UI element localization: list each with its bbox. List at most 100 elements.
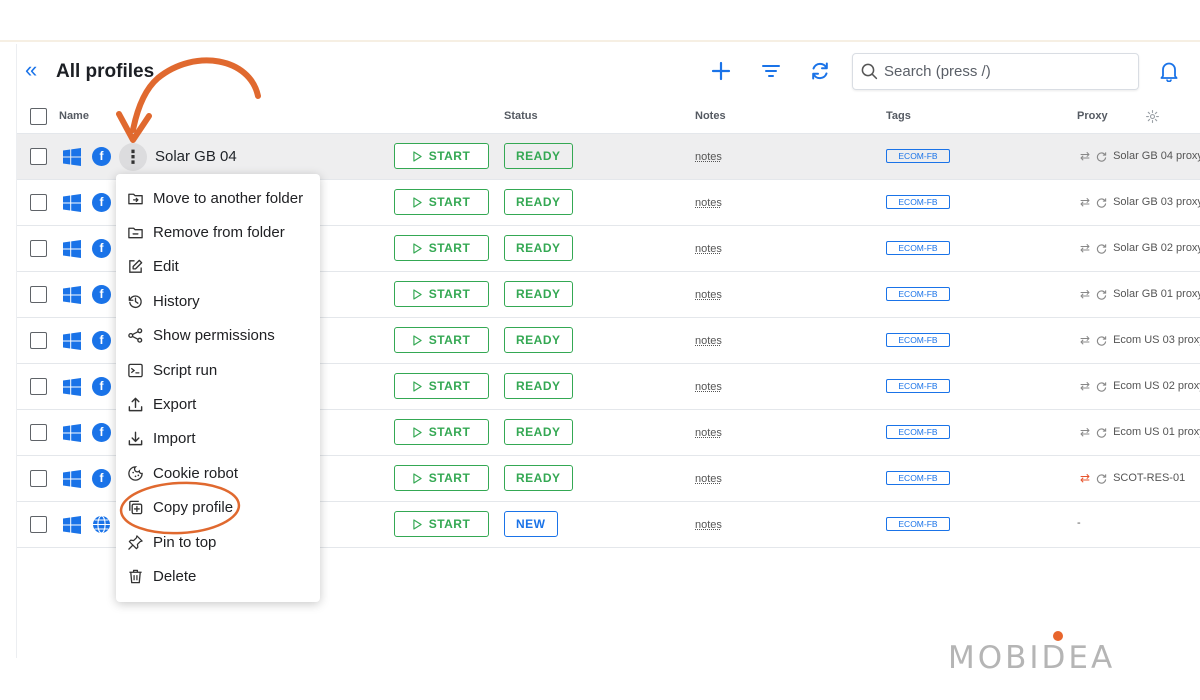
- row-menu-button[interactable]: ⋮: [119, 143, 147, 171]
- search-box[interactable]: [852, 53, 1139, 90]
- start-button[interactable]: START: [394, 281, 489, 307]
- refresh-button[interactable]: [807, 58, 833, 84]
- status-badge: READY: [504, 189, 573, 215]
- menu-item-edit[interactable]: Edit: [116, 250, 320, 284]
- menu-item-delete[interactable]: Delete: [116, 559, 320, 593]
- tag-badge: ECOM-FB: [886, 517, 950, 531]
- proxy-cell[interactable]: ⇄ Solar GB 01 proxy: [1080, 287, 1200, 301]
- proxy-cell[interactable]: ⇄ Solar GB 03 proxy: [1080, 195, 1200, 209]
- status-badge: READY: [504, 419, 573, 445]
- proxy-cell[interactable]: ⇄ SCOT-RES-01: [1080, 471, 1200, 485]
- menu-item-move-to-folder[interactable]: Move to another folder: [116, 181, 320, 215]
- notes-link[interactable]: notes: [695, 473, 722, 485]
- start-button[interactable]: START: [394, 465, 489, 491]
- notes-link[interactable]: notes: [695, 289, 722, 301]
- row-checkbox[interactable]: [30, 424, 47, 441]
- menu-item-label: Move to another folder: [153, 190, 303, 207]
- notes-link[interactable]: notes: [695, 243, 722, 255]
- refresh-proxy-icon[interactable]: [1096, 289, 1107, 300]
- notes-link[interactable]: notes: [695, 519, 722, 531]
- cookie-icon: [127, 465, 144, 482]
- start-button[interactable]: START: [394, 419, 489, 445]
- refresh-proxy-icon[interactable]: [1096, 197, 1107, 208]
- swap-icon: ⇄: [1080, 333, 1090, 347]
- status-badge: READY: [504, 465, 573, 491]
- row-checkbox[interactable]: [30, 148, 47, 165]
- collapse-sidebar-icon[interactable]: «: [25, 60, 47, 82]
- proxy-cell[interactable]: ⇄ Ecom US 03 proxy: [1080, 333, 1200, 347]
- proxy-cell[interactable]: ⇄ Solar GB 04 proxy: [1080, 149, 1200, 163]
- trash-icon: [127, 568, 144, 585]
- notes-link[interactable]: notes: [695, 427, 722, 439]
- menu-item-label: Pin to top: [153, 534, 216, 551]
- search-input[interactable]: [884, 63, 1124, 80]
- refresh-proxy-icon[interactable]: [1096, 427, 1107, 438]
- status-badge: READY: [504, 373, 573, 399]
- refresh-proxy-icon[interactable]: [1096, 243, 1107, 254]
- menu-item-pin-to-top[interactable]: Pin to top: [116, 525, 320, 559]
- start-button[interactable]: START: [394, 327, 489, 353]
- row-checkbox[interactable]: [30, 378, 47, 395]
- proxy-label: SCOT-RES-01: [1113, 472, 1185, 484]
- swap-icon: ⇄: [1080, 195, 1090, 209]
- status-badge: READY: [504, 281, 573, 307]
- refresh-proxy-icon[interactable]: [1096, 151, 1107, 162]
- row-checkbox[interactable]: [30, 516, 47, 533]
- row-checkbox[interactable]: [30, 470, 47, 487]
- refresh-proxy-icon[interactable]: [1096, 335, 1107, 346]
- row-checkbox[interactable]: [30, 194, 47, 211]
- menu-item-copy-profile[interactable]: Copy profile: [116, 491, 320, 525]
- menu-item-history[interactable]: History: [116, 284, 320, 318]
- notes-link[interactable]: notes: [695, 335, 722, 347]
- start-button[interactable]: START: [394, 373, 489, 399]
- proxy-cell[interactable]: ⇄ Solar GB 02 proxy: [1080, 241, 1200, 255]
- windows-icon: [63, 286, 81, 304]
- refresh-proxy-icon[interactable]: [1096, 381, 1107, 392]
- proxy-cell[interactable]: ⇄ Ecom US 01 proxy: [1080, 425, 1200, 439]
- row-checkbox[interactable]: [30, 240, 47, 257]
- tag-badge: ECOM-FB: [886, 425, 950, 439]
- menu-item-show-permissions[interactable]: Show permissions: [116, 319, 320, 353]
- pin-icon: [127, 534, 144, 551]
- facebook-icon: f: [92, 423, 111, 442]
- select-all-checkbox[interactable]: [30, 108, 47, 125]
- swap-icon: ⇄: [1080, 425, 1090, 439]
- start-button[interactable]: START: [394, 235, 489, 261]
- start-button[interactable]: START: [394, 143, 489, 169]
- windows-icon: [63, 424, 81, 442]
- start-button[interactable]: START: [394, 511, 489, 537]
- notifications-button[interactable]: [1156, 58, 1182, 84]
- notes-link[interactable]: notes: [695, 381, 722, 393]
- notes-link[interactable]: notes: [695, 151, 722, 163]
- swap-icon: ⇄: [1080, 379, 1090, 393]
- menu-item-cookie-robot[interactable]: Cookie robot: [116, 456, 320, 490]
- menu-item-remove-from-folder[interactable]: Remove from folder: [116, 215, 320, 249]
- row-checkbox[interactable]: [30, 286, 47, 303]
- menu-item-label: Script run: [153, 362, 217, 379]
- column-settings-icon[interactable]: [1145, 109, 1160, 124]
- windows-icon: [63, 332, 81, 350]
- filter-button[interactable]: [758, 58, 784, 84]
- start-button[interactable]: START: [394, 189, 489, 215]
- facebook-icon: f: [92, 469, 111, 488]
- row-checkbox[interactable]: [30, 332, 47, 349]
- refresh-proxy-icon[interactable]: [1096, 473, 1107, 484]
- status-badge: NEW: [504, 511, 558, 537]
- menu-item-export[interactable]: Export: [116, 387, 320, 421]
- proxy-cell[interactable]: ⇄ Ecom US 02 proxy: [1080, 379, 1200, 393]
- notes-link[interactable]: notes: [695, 197, 722, 209]
- search-icon: [861, 63, 878, 80]
- menu-item-import[interactable]: Import: [116, 422, 320, 456]
- column-status-header: Status: [504, 110, 538, 122]
- proxy-label: Ecom US 02 proxy: [1113, 380, 1200, 392]
- menu-item-label: Remove from folder: [153, 224, 285, 241]
- add-profile-button[interactable]: [708, 58, 734, 84]
- play-icon: [413, 197, 422, 208]
- tag-badge: ECOM-FB: [886, 287, 950, 301]
- facebook-icon: f: [92, 239, 111, 258]
- status-badge: READY: [504, 143, 573, 169]
- menu-item-script-run[interactable]: Script run: [116, 353, 320, 387]
- column-notes-header: Notes: [695, 110, 726, 122]
- profile-name[interactable]: Solar GB 04: [155, 148, 237, 165]
- table-header: Name Status Notes Tags Proxy: [17, 100, 1200, 134]
